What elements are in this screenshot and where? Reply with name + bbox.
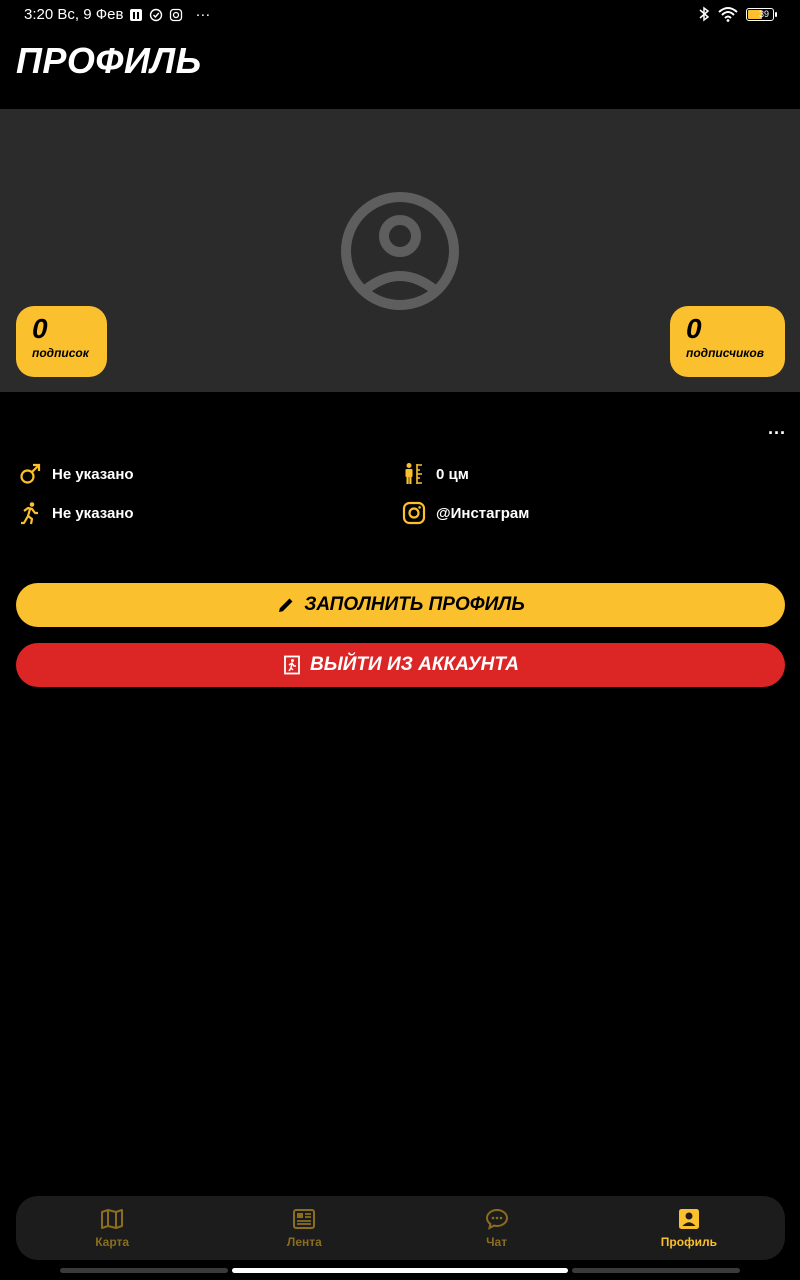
chat-icon	[485, 1208, 508, 1230]
nav-label-map: Карта	[95, 1235, 130, 1249]
instagram-value: @Инстаграм	[436, 504, 530, 522]
gesture-bar-right	[572, 1268, 740, 1273]
logout-label: ВЫЙТИ ИЗ АККАУНТА	[310, 654, 519, 675]
info-gender: Не указано	[18, 462, 134, 486]
male-gender-icon	[20, 463, 41, 484]
profile-hero: 0 подписок 0 подписчиков	[0, 109, 800, 392]
info-height: 0 цм	[402, 462, 469, 486]
bottom-nav: Карта Лента Чат Профиль	[16, 1196, 785, 1260]
battery-icon: 39	[746, 7, 777, 21]
pencil-icon	[279, 598, 293, 612]
info-activity: Не указано	[18, 501, 134, 525]
more-options-button[interactable]: ···	[766, 424, 788, 444]
check-circle-icon	[150, 8, 163, 21]
map-icon	[101, 1209, 124, 1229]
followers-label: подписчиков	[686, 346, 764, 360]
fill-profile-label: ЗАПОЛНИТЬ ПРОФИЛЬ	[304, 594, 525, 615]
gesture-home-bar[interactable]	[232, 1268, 568, 1273]
wifi-icon	[718, 7, 738, 22]
nav-item-chat[interactable]: Чат	[401, 1196, 593, 1260]
newspaper-icon	[293, 1209, 316, 1229]
avatar-placeholder-icon[interactable]	[340, 191, 460, 311]
followers-count: 0	[686, 313, 702, 344]
height-ruler-icon	[405, 463, 422, 484]
battery-level: 39	[759, 8, 770, 19]
nav-label-chat: Чат	[486, 1235, 508, 1249]
nav-item-profile[interactable]: Профиль	[593, 1196, 785, 1260]
info-instagram[interactable]: @Инстаграм	[402, 501, 529, 525]
status-left: 3:20 Вс, 9 Фев ···	[24, 6, 210, 23]
following-count: 0	[32, 313, 48, 344]
following-badge[interactable]: 0 подписок	[16, 306, 107, 377]
instagram-icon	[402, 501, 426, 525]
nav-item-map[interactable]: Карта	[16, 1196, 208, 1260]
gender-value: Не указано	[52, 465, 134, 483]
logout-button[interactable]: ВЫЙТИ ИЗ АККАУНТА	[16, 643, 785, 687]
instagram-notification-icon	[170, 8, 183, 21]
running-person-icon	[21, 502, 38, 525]
nav-label-feed: Лента	[286, 1235, 322, 1249]
profile-card-icon	[678, 1209, 699, 1229]
gesture-bar-left	[60, 1268, 228, 1273]
nav-item-feed[interactable]: Лента	[208, 1196, 400, 1260]
notification-app-icon	[130, 8, 143, 21]
following-label: подписок	[32, 346, 89, 360]
status-more-dots: ···	[195, 6, 211, 23]
status-right: 39	[698, 6, 777, 22]
page-title: ПРОФИЛЬ	[16, 40, 202, 81]
height-value: 0 цм	[436, 465, 469, 483]
exit-door-icon	[284, 655, 300, 675]
activity-value: Не указано	[52, 504, 134, 522]
bluetooth-icon	[699, 6, 710, 22]
nav-label-profile: Профиль	[660, 1235, 717, 1249]
fill-profile-button[interactable]: ЗАПОЛНИТЬ ПРОФИЛЬ	[16, 583, 785, 627]
status-bar: 3:20 Вс, 9 Фев ··· 39	[0, 0, 800, 30]
followers-badge[interactable]: 0 подписчиков	[670, 306, 785, 377]
status-time-date: 3:20 Вс, 9 Фев	[24, 6, 124, 23]
